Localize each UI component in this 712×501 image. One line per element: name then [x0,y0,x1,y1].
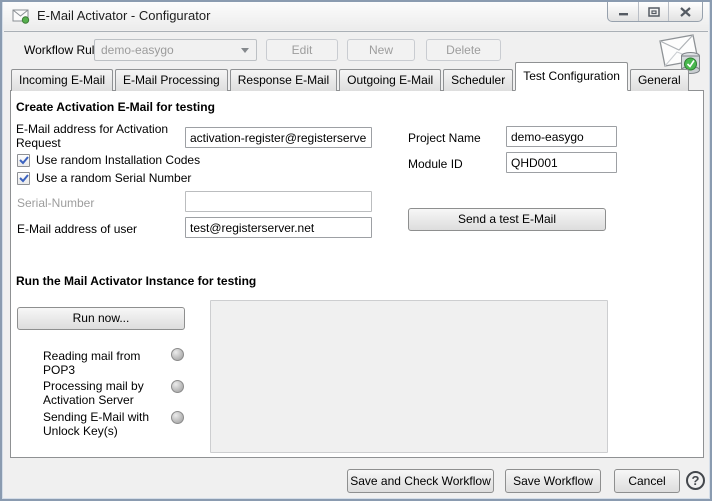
status-pop3-label: Reading mail from POP3 [43,349,168,377]
workflow-rule-value: demo-easygo [101,43,174,57]
run-section-heading: Run the Mail Activator Instance for test… [16,274,256,288]
checkbox-checked-icon [17,172,30,185]
status-processing-led-icon [171,380,184,393]
tab-email-processing[interactable]: E-Mail Processing [115,69,228,91]
run-now-button[interactable]: Run now... [17,307,185,330]
edit-button[interactable]: Edit [266,39,338,61]
tab-scheduler[interactable]: Scheduler [443,69,513,91]
client-divider [4,31,708,32]
create-section-heading: Create Activation E-Mail for testing [16,100,215,114]
tab-response-email[interactable]: Response E-Mail [230,69,337,91]
use-random-serial-label: Use a random Serial Number [36,171,191,185]
chevron-down-icon [241,48,249,53]
title-bar[interactable]: E-Mail Activator - Configurator [3,2,709,30]
maximize-icon [648,7,660,17]
workflow-rule-select[interactable]: demo-easygo [94,39,257,61]
maximize-button[interactable] [638,2,668,21]
module-id-input[interactable] [506,152,617,173]
app-envelope-icon [12,8,31,24]
workflow-rule-label: Workflow Rule [24,43,101,57]
test-configuration-page: Create Activation E-Mail for testing E-M… [10,90,704,458]
module-id-label: Module ID [408,157,463,171]
window-title: E-Mail Activator - Configurator [37,8,210,23]
tab-strip: Incoming E-Mail E-Mail Processing Respon… [11,62,691,91]
save-and-check-workflow-button[interactable]: Save and Check Workflow [347,469,494,493]
delete-button[interactable]: Delete [426,39,501,61]
send-test-email-button[interactable]: Send a test E-Mail [408,208,606,231]
user-email-input[interactable] [185,217,372,238]
tab-general[interactable]: General [630,69,689,91]
status-processing-label: Processing mail by Activation Server [43,379,168,407]
close-button[interactable] [668,2,702,21]
help-icon[interactable]: ? [686,471,705,490]
use-random-codes-checkbox[interactable]: Use random Installation Codes [17,153,200,167]
use-random-serial-checkbox[interactable]: Use a random Serial Number [17,171,191,185]
window-controls [607,2,703,22]
status-sending-label: Sending E-Mail with Unlock Key(s) [43,410,168,438]
save-workflow-button[interactable]: Save Workflow [505,469,601,493]
new-button[interactable]: New [347,39,415,61]
tab-outgoing-email[interactable]: Outgoing E-Mail [339,69,441,91]
tab-incoming-email[interactable]: Incoming E-Mail [11,69,113,91]
activation-email-label: E-Mail address for Activation Request [16,122,184,150]
serial-number-input[interactable] [185,191,372,212]
checkbox-checked-icon [17,154,30,167]
run-log-output[interactable] [210,300,608,453]
status-sending-led-icon [171,411,184,424]
close-icon [680,7,691,17]
user-email-label: E-Mail address of user [17,222,137,236]
serial-number-label: Serial-Number [17,196,94,210]
minimize-icon [618,7,629,16]
use-random-codes-label: Use random Installation Codes [36,153,200,167]
tab-test-configuration[interactable]: Test Configuration [515,62,628,91]
minimize-button[interactable] [608,2,638,21]
project-name-input[interactable] [506,126,617,147]
status-pop3-led-icon [171,348,184,361]
app-window: E-Mail Activator - Configurator Workfl [0,0,712,501]
cancel-button[interactable]: Cancel [614,469,680,493]
activation-email-input[interactable] [185,127,372,148]
project-name-label: Project Name [408,131,481,145]
